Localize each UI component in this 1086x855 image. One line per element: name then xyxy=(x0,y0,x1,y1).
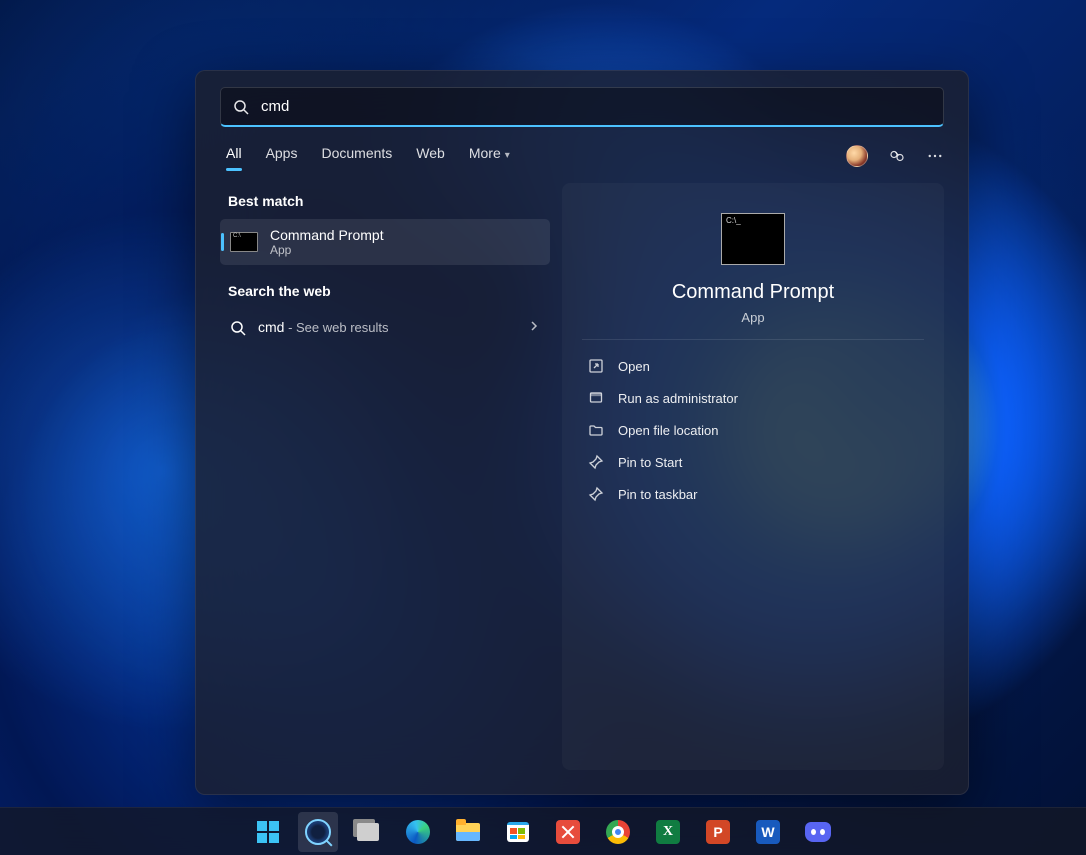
action-pin-taskbar[interactable]: Pin to taskbar xyxy=(582,478,924,510)
tab-apps[interactable]: Apps xyxy=(266,145,298,167)
taskbar-chrome[interactable] xyxy=(598,812,638,852)
task-view-icon xyxy=(357,823,379,841)
tab-more-label: More xyxy=(469,145,501,161)
taskbar-app-red[interactable] xyxy=(548,812,588,852)
action-run-admin[interactable]: Run as administrator xyxy=(582,382,924,414)
search-web-heading: Search the web xyxy=(228,283,542,299)
folder-icon xyxy=(588,422,604,438)
start-icon xyxy=(257,821,279,843)
tab-documents[interactable]: Documents xyxy=(321,145,392,167)
action-label: Pin to taskbar xyxy=(618,487,698,502)
filter-row: All Apps Documents Web More ▾ xyxy=(196,127,968,177)
open-icon xyxy=(588,358,604,374)
taskbar-word[interactable]: W xyxy=(748,812,788,852)
action-label: Pin to Start xyxy=(618,455,682,470)
best-match-heading: Best match xyxy=(228,193,542,209)
search-icon xyxy=(233,99,249,115)
taskbar-microsoft-store[interactable] xyxy=(498,812,538,852)
action-open-location[interactable]: Open file location xyxy=(582,414,924,446)
command-prompt-icon xyxy=(230,232,258,252)
rewards-icon[interactable] xyxy=(888,147,906,165)
search-input[interactable] xyxy=(249,98,931,115)
details-subtitle: App xyxy=(741,310,764,325)
taskbar: X P W xyxy=(0,807,1086,855)
shield-icon xyxy=(588,390,604,406)
user-avatar[interactable] xyxy=(846,145,868,167)
search-flyout: All Apps Documents Web More ▾ Best match xyxy=(195,70,969,795)
close-x-icon xyxy=(556,820,580,844)
action-label: Open file location xyxy=(618,423,718,438)
chevron-down-icon: ▾ xyxy=(505,150,510,161)
taskbar-file-explorer[interactable] xyxy=(448,812,488,852)
action-pin-start[interactable]: Pin to Start xyxy=(582,446,924,478)
search-box[interactable] xyxy=(220,87,944,127)
taskbar-powerpoint[interactable]: P xyxy=(698,812,738,852)
taskbar-discord[interactable] xyxy=(798,812,838,852)
folder-icon xyxy=(456,823,480,841)
taskbar-task-view[interactable] xyxy=(348,812,388,852)
pin-icon xyxy=(588,454,604,470)
action-open[interactable]: Open xyxy=(582,350,924,382)
result-subtitle: App xyxy=(270,243,384,257)
result-title: Command Prompt xyxy=(270,227,384,243)
web-result-sep: - xyxy=(284,320,296,335)
action-label: Run as administrator xyxy=(618,391,738,406)
powerpoint-icon: P xyxy=(706,820,730,844)
taskbar-start[interactable] xyxy=(248,812,288,852)
discord-icon xyxy=(805,822,831,842)
chevron-right-icon xyxy=(528,319,540,337)
tab-web[interactable]: Web xyxy=(416,145,445,167)
store-icon xyxy=(507,822,529,842)
word-icon: W xyxy=(756,820,780,844)
command-prompt-icon xyxy=(721,213,785,265)
tab-more[interactable]: More ▾ xyxy=(469,145,510,167)
excel-icon: X xyxy=(656,820,680,844)
details-pane: Command Prompt App Open Run as administr… xyxy=(562,183,944,770)
taskbar-excel[interactable]: X xyxy=(648,812,688,852)
edge-icon xyxy=(406,820,430,844)
search-icon xyxy=(305,819,331,845)
search-icon xyxy=(230,320,246,336)
pin-icon xyxy=(588,486,604,502)
taskbar-search[interactable] xyxy=(298,812,338,852)
chrome-icon xyxy=(606,820,630,844)
web-result-term: cmd xyxy=(258,319,284,335)
tab-all[interactable]: All xyxy=(226,145,242,167)
more-options-icon[interactable] xyxy=(926,147,944,165)
web-result-hint: See web results xyxy=(296,320,389,335)
taskbar-edge[interactable] xyxy=(398,812,438,852)
action-label: Open xyxy=(618,359,650,374)
result-command-prompt[interactable]: Command Prompt App xyxy=(220,219,550,265)
web-result-cmd[interactable]: cmd - See web results xyxy=(220,309,550,347)
details-title: Command Prompt xyxy=(672,281,834,304)
